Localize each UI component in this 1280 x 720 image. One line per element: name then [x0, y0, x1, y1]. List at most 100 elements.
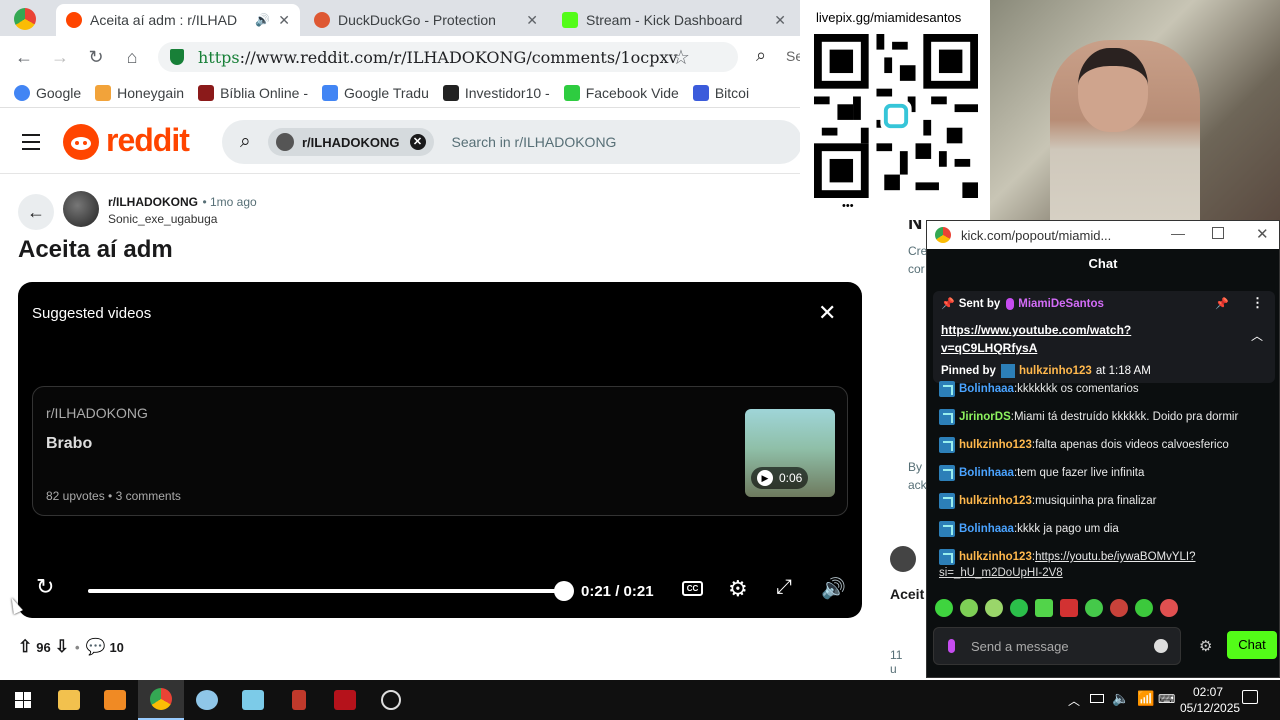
chat-username[interactable]: hulkzinho123	[959, 439, 1032, 451]
search-icon[interactable]: ⌕	[756, 45, 766, 66]
chat-username[interactable]: Bolinhaaa	[959, 383, 1014, 395]
comment-icon[interactable]: 💬	[86, 637, 106, 657]
reload-icon[interactable]: ↻	[78, 47, 114, 68]
video-player[interactable]: Suggested videos ✕ r/ILHADOKONG Brabo 82…	[18, 282, 862, 618]
collapse-chevron-icon[interactable]: ︿	[1251, 327, 1263, 344]
emote-icon[interactable]	[1135, 599, 1153, 617]
notepad-icon[interactable]	[230, 680, 276, 720]
tray-chevron-icon[interactable]: ︿	[1068, 692, 1080, 709]
volume-tray-icon[interactable]: 🔈	[1112, 690, 1129, 707]
video-thumbnail[interactable]: ▶ 0:06	[745, 409, 835, 497]
search-input-placeholder: Search in r/ILHADOKONG	[451, 134, 617, 150]
chat-message: JirinorDS: Miami tá destruído kkkkkk. Do…	[939, 409, 1238, 425]
progress-track[interactable]	[88, 589, 564, 593]
reddit-wordmark[interactable]: reddit	[106, 122, 190, 159]
keyboard-layout-icon[interactable]: ⌨	[1158, 692, 1175, 706]
emote-icon[interactable]	[1085, 599, 1103, 617]
related-post-title[interactable]: Aceit	[890, 586, 924, 602]
flash-icon[interactable]	[322, 680, 368, 720]
chat-username[interactable]: hulkzinho123	[959, 495, 1032, 507]
link-continuation[interactable]: si=_hU_m2DoUpHI-2V8	[939, 567, 1063, 579]
more-dots-icon[interactable]: •••	[842, 200, 854, 212]
reddit-logo-icon[interactable]	[63, 124, 99, 160]
send-chat-button[interactable]: Chat	[1227, 631, 1277, 659]
obs-icon[interactable]	[368, 680, 414, 720]
chrome-taskbar-icon[interactable]	[138, 680, 184, 720]
forward-icon[interactable]: →	[42, 47, 78, 68]
post-author[interactable]: Sonic_exe_ugabuga	[108, 212, 217, 226]
mic-icon[interactable]	[948, 639, 955, 653]
tab-reddit[interactable]: Aceita aí adm : r/ILHAD 🔊 ✕	[56, 4, 300, 36]
emote-icon[interactable]	[960, 599, 978, 617]
volume-icon[interactable]: 🔊	[821, 576, 846, 601]
file-explorer-icon[interactable]	[46, 680, 92, 720]
emote-icon[interactable]	[1060, 599, 1078, 617]
post-subreddit[interactable]: r/ILHADOKONG	[108, 195, 198, 209]
bookmark-investidor10[interactable]: Investidor10 -	[442, 84, 550, 101]
clear-chip-icon[interactable]: ✕	[409, 134, 426, 150]
speaker-icon[interactable]: 🔊	[255, 13, 270, 27]
address-bar[interactable]: https://www.reddit.com/r/ILHADOKONG/comm…	[158, 42, 738, 72]
pinned-sender[interactable]: MiamiDeSantos	[1018, 298, 1104, 310]
chrome-menu-icon[interactable]	[14, 8, 36, 30]
close-tab-icon[interactable]: ✕	[526, 12, 538, 29]
tab-duckduckgo[interactable]: DuckDuckGo - Protection ✕	[304, 4, 548, 36]
emote-icon[interactable]	[985, 599, 1003, 617]
subreddit-avatar[interactable]	[63, 191, 99, 227]
emote-icon[interactable]	[935, 599, 953, 617]
chat-username[interactable]: hulkzinho123	[959, 551, 1032, 563]
bookmark-honeygain[interactable]: Honeygain	[95, 84, 184, 101]
pinned-more-icon[interactable]: ⋮	[1251, 295, 1264, 311]
minimize-icon[interactable]: —	[1171, 225, 1185, 241]
calculator-icon[interactable]	[276, 680, 322, 720]
captions-icon[interactable]: CC	[682, 581, 703, 596]
network-icon[interactable]: 📶	[1137, 690, 1154, 707]
bookmark-translate[interactable]: Google Tradu	[322, 84, 429, 101]
home-icon[interactable]: ⌂	[114, 47, 150, 68]
pinned-link[interactable]: https://www.youtube.com/watch? v=qC9LHQR…	[941, 321, 1131, 357]
tab-kick[interactable]: Stream - Kick Dashboard ✕	[552, 4, 796, 36]
emoji-icon[interactable]	[1154, 639, 1168, 653]
bookmark-bitcoin[interactable]: Bitcoi	[692, 84, 749, 101]
clock[interactable]: 02:07 05/12/2025	[1180, 684, 1240, 716]
replay-icon[interactable]: ↻	[36, 574, 54, 600]
subreddit-search-chip[interactable]: r/ILHADOKONG ✕	[268, 128, 434, 156]
bookmark-facebook-video[interactable]: Facebook Vide	[563, 84, 679, 101]
chat-text[interactable]: https://youtu.be/iywaBOMvYLI?	[1035, 551, 1195, 563]
upvote-icon[interactable]: ⇧	[18, 637, 32, 657]
back-button[interactable]: ←	[18, 194, 54, 230]
windows-start-icon[interactable]	[0, 680, 46, 720]
paint-icon[interactable]	[184, 680, 230, 720]
pinner-name[interactable]: hulkzinho123	[1019, 365, 1092, 377]
related-avatar[interactable]	[890, 546, 916, 572]
emote-icon[interactable]	[1160, 599, 1178, 617]
media-player-icon[interactable]	[92, 680, 138, 720]
emote-icon[interactable]	[1110, 599, 1128, 617]
chat-username[interactable]: JirinorDS	[959, 411, 1011, 423]
bookmark-star-icon[interactable]: ☆	[672, 45, 690, 70]
fullscreen-icon[interactable]: ⤢	[776, 576, 792, 599]
notifications-icon[interactable]	[1242, 690, 1258, 704]
reddit-search-bar[interactable]: ⌕ r/ILHADOKONG ✕ Search in r/ILHADOKONG	[222, 120, 802, 164]
chat-settings-gear-icon[interactable]: ⚙	[1199, 637, 1212, 655]
chat-message-input[interactable]: Send a message	[933, 627, 1181, 665]
emote-icon[interactable]	[1035, 599, 1053, 617]
battery-icon[interactable]	[1090, 694, 1104, 703]
chat-username[interactable]: Bolinhaaa	[959, 523, 1014, 535]
progress-handle[interactable]	[554, 581, 574, 601]
close-suggestions-icon[interactable]: ✕	[818, 300, 836, 326]
close-tab-icon[interactable]: ✕	[278, 12, 290, 29]
close-tab-icon[interactable]: ✕	[774, 12, 786, 29]
settings-gear-icon[interactable]: ⚙	[728, 576, 748, 602]
unpin-icon[interactable]: 📌	[1215, 297, 1229, 310]
bookmark-google[interactable]: Google	[14, 84, 81, 101]
maximize-icon[interactable]	[1212, 227, 1224, 239]
back-icon[interactable]: ←	[6, 47, 42, 68]
emote-icon[interactable]	[1010, 599, 1028, 617]
hamburger-menu-icon[interactable]	[22, 134, 40, 150]
chat-username[interactable]: Bolinhaaa	[959, 467, 1014, 479]
bookmark-biblia[interactable]: Bíblia Online -	[198, 84, 308, 101]
downvote-icon[interactable]: ⇩	[55, 637, 69, 657]
suggested-video-card[interactable]: r/ILHADOKONG Brabo 82 upvotes • 3 commen…	[32, 386, 848, 516]
close-window-icon[interactable]: ✕	[1256, 225, 1269, 243]
